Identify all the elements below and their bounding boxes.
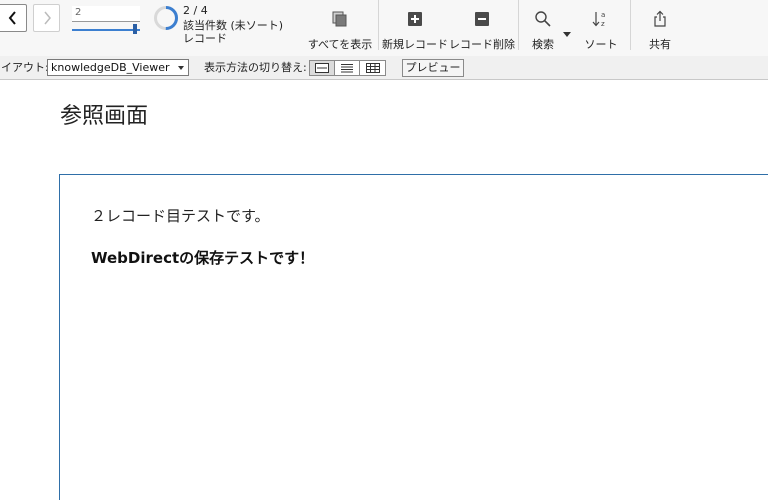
table-view-button[interactable] <box>360 61 385 75</box>
find-button[interactable]: 検索 <box>526 0 560 56</box>
find-options-caret-icon[interactable] <box>563 23 571 42</box>
record-progress-ring-icon <box>154 6 178 30</box>
sort-az-icon: a z <box>592 10 610 28</box>
layout-bar: レイアウト: knowledgeDB_Viewer 表示方法の切り替え: <box>0 56 768 80</box>
content-panel[interactable]: ２レコード目テストです。 WebDirectの保存テストです！ <box>59 174 768 500</box>
magnifier-icon <box>534 10 552 28</box>
layout-select-value: knowledgeDB_Viewer <box>51 61 170 74</box>
sort-label: ソート <box>584 38 618 51</box>
find-label: 検索 <box>532 38 554 51</box>
records-unit-label: レコード <box>183 32 227 45</box>
list-view-button[interactable] <box>335 61 360 75</box>
delete-record-icon <box>475 10 489 28</box>
table-view-icon <box>365 63 380 73</box>
chevron-left-icon <box>8 11 16 25</box>
view-mode-switch <box>309 60 386 76</box>
share-label: 共有 <box>649 38 671 51</box>
show-all-icon <box>331 10 349 28</box>
record-slider-track <box>72 29 140 31</box>
list-view-icon <box>341 64 353 73</box>
toolbar-separator <box>518 0 519 50</box>
record-number-input[interactable]: 2 <box>72 6 140 22</box>
show-all-button[interactable]: すべてを表示 <box>308 0 372 56</box>
page-title: 参照画面 <box>60 104 149 129</box>
next-record-button[interactable] <box>33 4 60 32</box>
chevron-right-icon <box>43 11 51 25</box>
share-button[interactable]: 共有 <box>643 0 677 56</box>
delete-record-label: レコード削除 <box>449 38 515 51</box>
new-record-label: 新規レコード <box>382 38 448 51</box>
sort-button[interactable]: a z ソート <box>584 0 618 56</box>
svg-text:z: z <box>601 20 605 28</box>
svg-text:a: a <box>601 11 605 19</box>
show-all-label: すべてを表示 <box>307 38 373 51</box>
layout-select[interactable]: knowledgeDB_Viewer <box>47 59 189 76</box>
delete-record-button[interactable]: レコード削除 <box>449 0 515 56</box>
preview-button[interactable]: プレビュー <box>402 59 464 77</box>
dropdown-arrow-icon <box>178 66 184 70</box>
record-count: 2 / 4 <box>183 4 208 17</box>
new-record-button[interactable]: 新規レコード <box>382 0 448 56</box>
record-text-line-1: ２レコード目テストです。 <box>91 207 270 225</box>
found-count-label: 該当件数 (未ソート) <box>183 19 284 32</box>
record-text-line-2: WebDirectの保存テストです！ <box>91 249 315 267</box>
toolbar-separator <box>378 0 379 50</box>
previous-record-button[interactable] <box>0 4 27 32</box>
toolbar-separator <box>630 0 631 50</box>
record-slider[interactable] <box>72 24 140 34</box>
form-view-icon <box>315 63 329 73</box>
layout-label: レイアウト: <box>0 61 49 74</box>
share-icon <box>652 10 668 28</box>
record-slider-thumb[interactable] <box>132 24 137 34</box>
new-record-icon <box>408 10 422 28</box>
view-as-label: 表示方法の切り替え: <box>204 61 307 74</box>
status-toolbar: 2 2 / 4 該当件数 (未ソート) レコード すべてを表示 新規レコード レ… <box>0 0 768 56</box>
form-view-button[interactable] <box>310 61 335 75</box>
